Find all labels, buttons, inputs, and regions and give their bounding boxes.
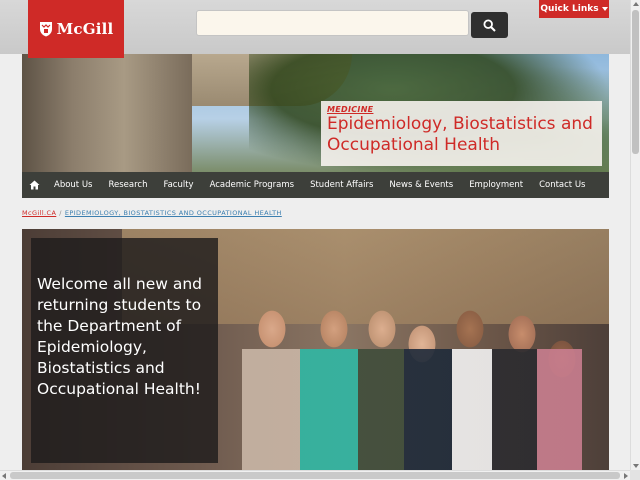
department-title-box: MEDICINE Epidemiology, Biostatistics and… bbox=[321, 101, 602, 166]
banner-column-image bbox=[22, 54, 192, 172]
welcome-message: Welcome all new and returning students t… bbox=[37, 275, 202, 398]
nav-item-student-affairs[interactable]: Student Affairs bbox=[302, 180, 381, 190]
nav-home-button[interactable] bbox=[22, 172, 46, 198]
department-title: Epidemiology, Biostatistics and Occupati… bbox=[327, 114, 593, 155]
breadcrumb-home-link[interactable]: McGill.CA bbox=[22, 209, 56, 217]
nav-item-news-events[interactable]: News & Events bbox=[381, 180, 461, 190]
nav-item-employment[interactable]: Employment bbox=[461, 180, 531, 190]
nav-item-about-us[interactable]: About Us bbox=[46, 180, 100, 190]
logo-text: McGill bbox=[56, 20, 114, 38]
search-button[interactable] bbox=[471, 12, 508, 38]
scrollbar-corner bbox=[630, 470, 640, 480]
nav-item-research[interactable]: Research bbox=[100, 180, 155, 190]
scroll-down-arrow-icon[interactable] bbox=[633, 464, 639, 468]
breadcrumb: McGill.CA / EPIDEMIOLOGY, BIOSTATISTICS AN… bbox=[22, 209, 282, 217]
scroll-up-arrow-icon[interactable] bbox=[633, 2, 639, 6]
quick-links-button[interactable]: Quick Links bbox=[539, 0, 609, 18]
nav-item-faculty[interactable]: Faculty bbox=[155, 180, 201, 190]
quick-links-label: Quick Links bbox=[540, 4, 599, 14]
breadcrumb-separator: / bbox=[59, 209, 62, 217]
horizontal-scrollbar[interactable] bbox=[0, 470, 630, 480]
mcgill-shield-icon bbox=[39, 22, 52, 37]
horizontal-scrollbar-thumb[interactable] bbox=[10, 472, 620, 479]
faculty-link[interactable]: MEDICINE bbox=[327, 105, 596, 114]
search-icon bbox=[483, 18, 496, 32]
nav-item-contact-us[interactable]: Contact Us bbox=[531, 180, 593, 190]
scroll-left-arrow-icon[interactable] bbox=[2, 473, 6, 479]
breadcrumb-current-link[interactable]: EPIDEMIOLOGY, BIOSTATISTICS AND OCCUPATI… bbox=[65, 209, 282, 217]
vertical-scrollbar-thumb[interactable] bbox=[632, 10, 639, 154]
nav-item-academic-programs[interactable]: Academic Programs bbox=[202, 180, 302, 190]
scroll-right-arrow-icon[interactable] bbox=[624, 473, 628, 479]
caret-down-icon bbox=[601, 7, 608, 11]
mcgill-logo-link[interactable]: McGill bbox=[28, 0, 124, 58]
home-icon bbox=[29, 180, 39, 190]
vertical-scrollbar[interactable] bbox=[630, 0, 640, 470]
search-input[interactable] bbox=[196, 10, 469, 36]
welcome-message-box: Welcome all new and returning students t… bbox=[31, 238, 218, 463]
main-navigation: About Us Research Faculty Academic Progr… bbox=[22, 172, 609, 198]
